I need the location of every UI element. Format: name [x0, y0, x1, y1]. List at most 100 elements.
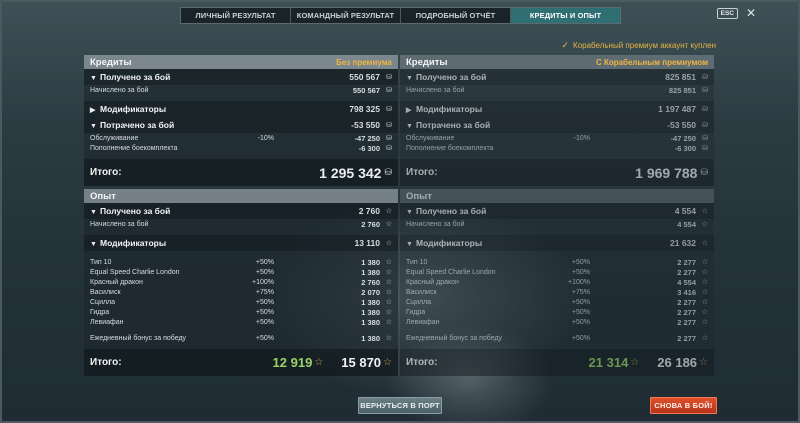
modifier-percent: +50% — [255, 318, 274, 326]
close-icon[interactable]: ✕ — [746, 6, 756, 20]
xp-modifier-item: Красный дракон +100% 4 554 ☆ — [400, 277, 714, 287]
credits-total-row: Итого: 1 295 342 ⛁ — [84, 159, 398, 186]
credits-accrued-label: Начислено за бой — [406, 86, 465, 94]
tab-credits-and-xp[interactable]: КРЕДИТЫ И ОПЫТ — [511, 8, 620, 23]
premium-status-label: С Корабельным премиумом — [595, 57, 708, 67]
modifier-name: Сцилла — [406, 298, 432, 306]
daily-bonus-percent: +50% — [255, 334, 274, 342]
credits-spent-label: Потрачено за бой — [100, 120, 175, 130]
credits-accrued-value: 550 567 — [352, 85, 380, 95]
coin-icon: ⛁ — [386, 87, 392, 94]
modifier-value: 3 416 — [677, 287, 696, 297]
modifier-value: 1 380 — [361, 307, 380, 317]
modifier-name: Equal Speed Charlie London — [406, 268, 496, 276]
xp-accrued-label: Начислено за бой — [90, 220, 149, 228]
xp-modifier-item: Сцилла +50% 2 277 ☆ — [400, 297, 714, 307]
xp-earned-row[interactable]: ▼ Получено за бой 2 760 ☆ — [84, 203, 398, 219]
battle-again-button[interactable]: СНОВА В БОЙ! — [650, 397, 717, 414]
xp-modifiers-value: 13 110 — [354, 238, 380, 248]
coin-icon: ⛁ — [386, 135, 392, 142]
modifier-percent: +50% — [255, 298, 274, 306]
modifier-value: 1 380 — [361, 267, 380, 277]
modifier-value: 1 380 — [361, 257, 380, 267]
star-icon: ☆ — [699, 357, 708, 368]
tab-personal-result[interactable]: ЛИЧНЫЙ РЕЗУЛЬТАТ — [181, 8, 291, 23]
chevron-down-icon: ▼ — [406, 209, 413, 216]
return-to-port-button[interactable]: ВЕРНУТЬСЯ В ПОРТ — [358, 397, 442, 414]
xp-accrued-row: Начислено за бой 2 760 ☆ — [84, 219, 398, 229]
esc-key-badge[interactable]: ESC — [716, 8, 738, 19]
xp-modifier-item: Equal Speed Charlie London +50% 1 380 ☆ — [84, 267, 398, 277]
modifier-value: 2 277 — [677, 297, 696, 307]
service-label: Обслуживание — [90, 134, 139, 142]
credits-earned-row[interactable]: ▼ Получено за бой 550 567 ⛁ — [84, 69, 398, 85]
xp-accrued-value: 4 554 — [677, 219, 696, 229]
star-icon: ☆ — [385, 221, 392, 228]
modifier-percent: +50% — [255, 308, 274, 316]
star-icon: ☆ — [701, 309, 708, 316]
xp-modifiers-row[interactable]: ▼ Модификаторы 21 632 ☆ — [400, 235, 714, 251]
daily-bonus-label: Ежедневный бонус за победу — [90, 334, 187, 342]
xp-earned-label: Получено за бой — [416, 206, 487, 216]
modifier-percent: +100% — [252, 278, 274, 286]
xp-header: Опыт — [84, 189, 398, 203]
modifier-value: 2 760 — [361, 277, 380, 287]
coin-icon: ⛁ — [702, 106, 708, 113]
modifier-percent: +50% — [571, 308, 590, 316]
star-icon: ☆ — [630, 357, 640, 368]
chevron-right-icon: ▶ — [406, 107, 412, 114]
ammo-value: -6 300 — [358, 143, 380, 153]
modifier-value: 1 380 — [361, 317, 380, 327]
credits-spent-row[interactable]: ▼ Потрачено за бой -53 550 ⛁ — [400, 117, 714, 133]
star-icon: ☆ — [701, 259, 708, 266]
credits-modifiers-value: 1 197 487 — [658, 104, 696, 114]
free-xp-total-value: 21 314 — [588, 355, 629, 370]
star-icon: ☆ — [385, 309, 392, 316]
service-percent: -10% — [573, 134, 590, 142]
credits-spent-row[interactable]: ▼ Потрачено за бой -53 550 ⛁ — [84, 117, 398, 133]
credits-modifiers-row[interactable]: ▶ Модификаторы 798 325 ⛁ — [84, 101, 398, 117]
xp-modifier-item: Тип 10 +50% 1 380 ☆ — [84, 257, 398, 267]
star-icon: ☆ — [385, 299, 392, 306]
service-row: Обслуживание -10% -47 250 ⛁ — [400, 133, 714, 143]
xp-total-row: Итого: 21 314 ☆ 26 186 ☆ — [400, 349, 714, 376]
star-icon: ☆ — [385, 319, 392, 326]
xp-modifier-item: Тип 10 +50% 2 277 ☆ — [400, 257, 714, 267]
tab-detailed-report[interactable]: ПОДРОБНЫЙ ОТЧЁТ — [401, 8, 511, 23]
credits-header: Кредиты Без премиума — [84, 55, 398, 69]
premium-status-label: Без премиума — [336, 57, 392, 67]
xp-modifier-item: Гидра +50% 2 277 ☆ — [400, 307, 714, 317]
modifier-percent: +50% — [571, 298, 590, 306]
credits-total-value: 1 969 788 — [635, 164, 698, 181]
ammo-row: Пополнение боекомплекта -6 300 ⛁ — [400, 143, 714, 153]
xp-earned-row[interactable]: ▼ Получено за бой 4 554 ☆ — [400, 203, 714, 219]
xp-modifier-item: Сцилла +50% 1 380 ☆ — [84, 297, 398, 307]
credits-earned-row[interactable]: ▼ Получено за бой 825 851 ⛁ — [400, 69, 714, 85]
tab-team-result[interactable]: КОМАНДНЫЙ РЕЗУЛЬТАТ — [291, 8, 401, 23]
credits-accrued-row: Начислено за бой 825 851 ⛁ — [400, 85, 714, 95]
service-value: -47 250 — [354, 133, 380, 143]
credits-title: Кредиты — [406, 56, 448, 68]
coin-icon: ⛁ — [702, 122, 708, 129]
credits-modifiers-row[interactable]: ▶ Модификаторы 1 197 487 ⛁ — [400, 101, 714, 117]
credits-earned-value: 825 851 — [665, 72, 696, 82]
result-tabs: ЛИЧНЫЙ РЕЗУЛЬТАТ КОМАНДНЫЙ РЕЗУЛЬТАТ ПОД… — [180, 7, 621, 24]
modifier-percent: +50% — [255, 258, 274, 266]
star-icon: ☆ — [701, 221, 708, 228]
service-label: Обслуживание — [406, 134, 455, 142]
free-xp-total-value: 12 919 — [272, 355, 313, 370]
credits-total-label: Итого: — [406, 167, 438, 178]
chevron-down-icon: ▼ — [90, 123, 97, 130]
credits-total-row: Итого: 1 969 788 ⛁ — [400, 159, 714, 186]
star-icon: ☆ — [701, 279, 708, 286]
xp-accrued-row: Начислено за бой 4 554 ☆ — [400, 219, 714, 229]
ammo-label: Пополнение боекомплекта — [90, 144, 178, 152]
credits-earned-value: 550 567 — [349, 72, 380, 82]
star-icon: ☆ — [314, 357, 324, 368]
modifier-value: 2 277 — [677, 307, 696, 317]
coin-icon: ⛁ — [700, 167, 708, 177]
star-icon: ☆ — [385, 279, 392, 286]
daily-bonus-label: Ежедневный бонус за победу — [406, 334, 503, 342]
xp-modifiers-row[interactable]: ▼ Модификаторы 13 110 ☆ — [84, 235, 398, 251]
modifier-name: Левиафан — [90, 318, 124, 326]
